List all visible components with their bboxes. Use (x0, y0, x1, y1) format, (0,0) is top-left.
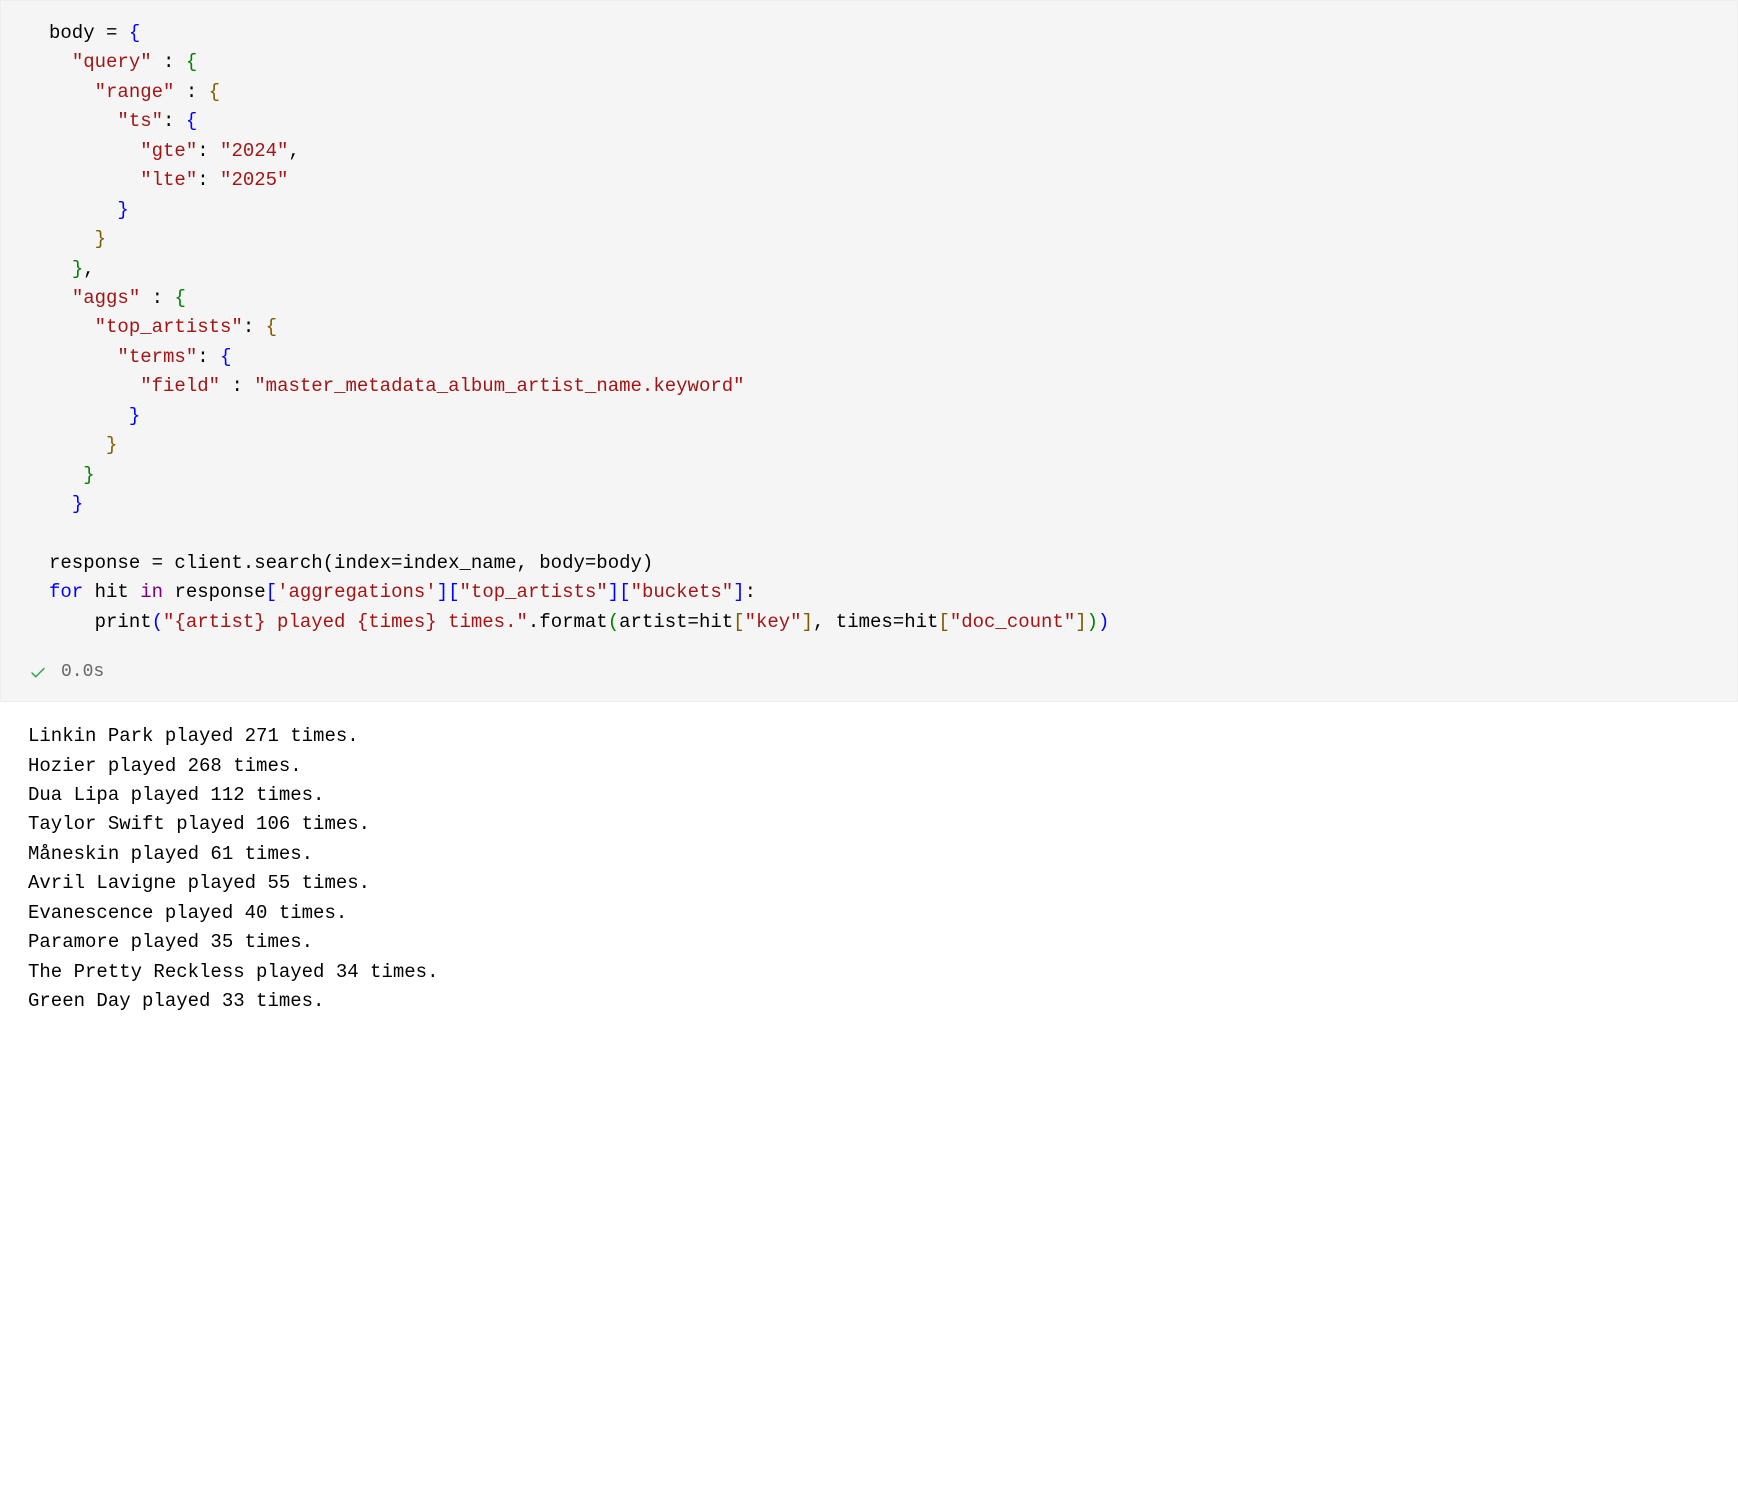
code-token: } (83, 464, 94, 486)
code-token: [ (938, 611, 949, 633)
code-token: "top_artists" (460, 581, 608, 603)
code-token: "terms" (117, 346, 197, 368)
code-token: hit (83, 581, 140, 603)
code-token: for (49, 581, 83, 603)
code-token: ] (608, 581, 619, 603)
code-token: { (186, 110, 197, 132)
code-token: { (209, 81, 220, 103)
code-token: ( (608, 611, 619, 633)
code-token: } (129, 405, 140, 427)
output-line: Dua Lipa played 112 times. (28, 784, 324, 806)
code-token: ] (733, 581, 744, 603)
code-token: response (163, 581, 266, 603)
check-icon (29, 664, 47, 682)
output-line: Paramore played 35 times. (28, 931, 313, 953)
execution-time: 0.0s (61, 659, 104, 687)
output-line: Evanescence played 40 times. (28, 902, 347, 924)
code-token: : (152, 51, 186, 73)
output-line: Måneskin played 61 times. (28, 843, 313, 865)
code-token: body (49, 22, 95, 44)
code-token: ] (1075, 611, 1086, 633)
code-token: "field" (140, 375, 220, 397)
code-token: ( (152, 611, 163, 633)
code-token: : (243, 316, 266, 338)
code-token: { (186, 51, 197, 73)
code-token: 'aggregations' (277, 581, 437, 603)
code-token: "top_artists" (95, 316, 243, 338)
code-token: [ (619, 581, 630, 603)
code-token: , (83, 258, 94, 280)
code-cell[interactable]: body = { "query" : { "range" : { "ts": {… (0, 0, 1738, 702)
code-token: = (95, 22, 129, 44)
code-token: , times=hit (813, 611, 938, 633)
code-token: [ (448, 581, 459, 603)
output-line: Taylor Swift played 106 times. (28, 813, 370, 835)
code-token: "2024" (220, 140, 288, 162)
code-token: in (140, 581, 163, 603)
code-token: : (197, 169, 220, 191)
code-token: } (72, 493, 83, 515)
code-token: "buckets" (631, 581, 734, 603)
code-token: [ (733, 611, 744, 633)
code-token: "lte" (140, 169, 197, 191)
code-token: ) (1098, 611, 1109, 633)
code-token: : (220, 375, 254, 397)
code-token: { (174, 287, 185, 309)
code-token: [ (266, 581, 277, 603)
code-token: ] (437, 581, 448, 603)
code-token: : (197, 140, 220, 162)
code-token: } (95, 228, 106, 250)
code-token: ) (1087, 611, 1098, 633)
output-line: Avril Lavigne played 55 times. (28, 872, 370, 894)
code-token: print (95, 611, 152, 633)
code-token: "{artist} played {times} times." (163, 611, 528, 633)
code-token: "query" (72, 51, 152, 73)
code-token: } (72, 258, 83, 280)
code-token: : (163, 110, 186, 132)
code-token: "key" (745, 611, 802, 633)
output-line: Hozier played 268 times. (28, 755, 302, 777)
code-token: } (106, 434, 117, 456)
code-token: : (745, 581, 756, 603)
output-line: Linkin Park played 271 times. (28, 725, 359, 747)
code-token: "range" (95, 81, 175, 103)
execution-status: 0.0s (29, 637, 1709, 687)
code-token: "aggs" (72, 287, 140, 309)
code-token: ] (802, 611, 813, 633)
code-token: artist=hit (619, 611, 733, 633)
code-token: { (220, 346, 231, 368)
code-token: } (117, 199, 128, 221)
code-token: "doc_count" (950, 611, 1075, 633)
code-token: , (288, 140, 299, 162)
code-token: "master_metadata_album_artist_name.keywo… (254, 375, 744, 397)
code-token: { (266, 316, 277, 338)
code-token: : (174, 81, 208, 103)
code-token: "2025" (220, 169, 288, 191)
code-token: .format (528, 611, 608, 633)
output-line: The Pretty Reckless played 34 times. (28, 961, 438, 983)
code-line: response = client.search(index=index_nam… (49, 552, 653, 574)
code-token: : (197, 346, 220, 368)
output-cell: Linkin Park played 271 times. Hozier pla… (0, 702, 1738, 1036)
code-block[interactable]: body = { "query" : { "range" : { "ts": {… (29, 19, 1709, 637)
code-token: : (140, 287, 174, 309)
code-token: { (129, 22, 140, 44)
code-token: "ts" (117, 110, 163, 132)
output-line: Green Day played 33 times. (28, 990, 324, 1012)
code-token: "gte" (140, 140, 197, 162)
